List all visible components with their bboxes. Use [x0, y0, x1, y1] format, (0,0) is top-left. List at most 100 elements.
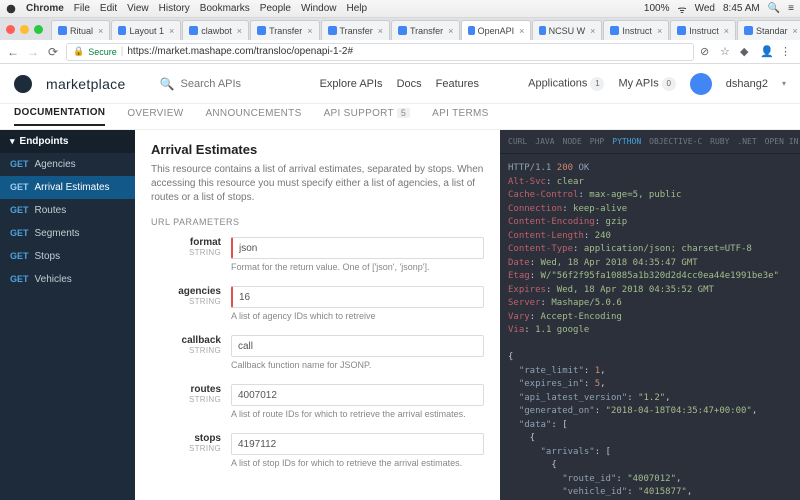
lang-tab[interactable]: PHP — [590, 137, 604, 146]
browser-tab[interactable]: Instruct× — [603, 20, 669, 40]
favicon-icon — [118, 26, 126, 35]
menu-item[interactable]: People — [260, 3, 291, 14]
subnav-tab[interactable]: DOCUMENTATION — [14, 107, 105, 126]
close-tab-icon[interactable]: × — [519, 26, 524, 36]
close-window-icon[interactable] — [6, 25, 15, 34]
close-tab-icon[interactable]: × — [657, 26, 662, 36]
sidebar-endpoint[interactable]: GETStops — [0, 245, 135, 268]
sidebar-heading[interactable]: ▾ Endpoints — [0, 130, 135, 153]
close-tab-icon[interactable]: × — [378, 26, 383, 36]
close-tab-icon[interactable]: × — [307, 26, 312, 36]
nav-features[interactable]: Features — [436, 78, 479, 90]
lang-tab[interactable]: PYTHON — [612, 137, 641, 146]
reload-button[interactable]: ⟳ — [46, 45, 60, 59]
param-input[interactable] — [231, 433, 484, 455]
lang-tab[interactable]: OPEN IN PAW — [765, 137, 800, 146]
zoom-window-icon[interactable] — [34, 25, 43, 34]
param-input[interactable] — [231, 237, 484, 259]
sidebar-endpoint[interactable]: GETSegments — [0, 222, 135, 245]
param-hint: Format for the return value. One of ['js… — [231, 262, 484, 272]
menu-item[interactable]: Edit — [100, 3, 117, 14]
lang-tab[interactable]: OBJECTIVE-C — [649, 137, 702, 146]
avatar[interactable] — [690, 73, 712, 95]
forward-button[interactable]: → — [26, 45, 40, 59]
username[interactable]: dshang2 — [726, 78, 768, 90]
chrome-menu-icon[interactable]: ⋮ — [780, 45, 794, 59]
browser-tab[interactable]: clawbot× — [182, 20, 249, 40]
close-tab-icon[interactable]: × — [237, 26, 242, 36]
close-tab-icon[interactable]: × — [169, 26, 174, 36]
browser-tab[interactable]: Ritual × — [51, 20, 110, 40]
favicon-icon — [677, 26, 686, 35]
close-tab-icon[interactable]: × — [793, 26, 798, 36]
browser-tab[interactable]: Transfer× — [391, 20, 460, 40]
extension-icon[interactable]: ◆ — [740, 45, 754, 59]
window-controls[interactable] — [6, 25, 43, 34]
param-name: format — [151, 237, 221, 248]
menu-item[interactable]: View — [127, 3, 149, 14]
close-tab-icon[interactable]: × — [724, 26, 729, 36]
subnav-tab[interactable]: API TERMS — [432, 108, 488, 125]
param-input[interactable] — [231, 286, 484, 308]
menu-item[interactable]: File — [74, 3, 90, 14]
tab-label: Ritual — [70, 26, 93, 36]
browser-tab[interactable]: NCSU W × — [532, 20, 602, 40]
browser-tab[interactable]: Transfer × — [250, 20, 319, 40]
lang-tab[interactable]: NODE — [563, 137, 582, 146]
subnav-tab[interactable]: API SUPPORT 5 — [324, 108, 411, 125]
sidebar-endpoint[interactable]: GETArrival Estimates — [0, 176, 135, 199]
chevron-down-icon[interactable]: ▾ — [782, 79, 786, 88]
tab-label: Transfer — [269, 26, 302, 36]
lang-tab[interactable]: .NET — [737, 137, 756, 146]
param-input[interactable] — [231, 384, 484, 406]
site-header: marketplace 🔍 Explore APIs Docs Features… — [0, 64, 800, 104]
tab-label: NCSU W — [549, 26, 586, 36]
doc-subnav: DOCUMENTATION OVERVIEW ANNOUNCEMENTS API SU… — [0, 104, 800, 130]
lang-tab[interactable]: JAVA — [535, 137, 554, 146]
back-button[interactable]: ← — [6, 45, 20, 59]
tab-label: OpenAPI — [478, 26, 515, 36]
tab-label: Transfer — [340, 26, 373, 36]
subnav-tab[interactable]: ANNOUNCEMENTS — [205, 108, 301, 125]
http-verb: GET — [10, 251, 29, 262]
sidebar-endpoint[interactable]: GETVehicles — [0, 268, 135, 291]
tab-label: Instruct — [689, 26, 719, 36]
close-tab-icon[interactable]: × — [98, 26, 103, 36]
browser-tab[interactable]: OpenAPI × — [461, 20, 531, 40]
menu-item[interactable]: Bookmarks — [200, 3, 250, 14]
browser-tab[interactable]: Layout 1× — [111, 20, 181, 40]
spotlight-icon[interactable]: 🔍 — [768, 3, 780, 14]
search-input[interactable] — [181, 78, 271, 90]
api-search[interactable]: 🔍 — [160, 77, 271, 91]
nav-myapis[interactable]: My APIs0 — [618, 77, 675, 91]
endpoint-doc: Arrival Estimates This resource contains… — [135, 130, 500, 500]
sidebar-endpoint[interactable]: GETAgencies — [0, 153, 135, 176]
subnav-tab[interactable]: OVERVIEW — [127, 108, 183, 125]
menu-item[interactable]: Help — [347, 3, 368, 14]
minimize-window-icon[interactable] — [20, 25, 29, 34]
nav-explore[interactable]: Explore APIs — [320, 78, 383, 90]
nav-docs[interactable]: Docs — [397, 78, 422, 90]
nav-applications[interactable]: Applications1 — [528, 77, 604, 91]
lang-tab[interactable]: RUBY — [710, 137, 729, 146]
browser-tab[interactable]: Instruct × — [670, 20, 736, 40]
lang-tab[interactable]: CURL — [508, 137, 527, 146]
close-tab-icon[interactable]: × — [590, 26, 595, 36]
close-tab-icon[interactable]: × — [448, 26, 453, 36]
menu-item[interactable]: History — [159, 3, 190, 14]
favicon-icon — [328, 26, 337, 35]
browser-tab[interactable]: Transfer × — [321, 20, 390, 40]
browser-tabstrip: Ritual×Layout 1×clawbot×Transfer×Transfe… — [0, 18, 800, 40]
profile-icon[interactable]: 👤 — [760, 45, 774, 59]
browser-tab[interactable]: Standar× — [737, 20, 800, 40]
sidebar-endpoint[interactable]: GETRoutes — [0, 199, 135, 222]
menu-item[interactable]: Window — [301, 3, 337, 14]
param-row: formatSTRING*Format for the return value… — [151, 237, 484, 280]
param-input[interactable] — [231, 335, 484, 357]
address-bar[interactable]: 🔒 Secure | https://market.mashape.com/tr… — [66, 43, 694, 61]
menu-icon[interactable]: ≡ — [788, 3, 794, 14]
param-row: stopsSTRINGA list of stop IDs for which … — [151, 433, 484, 476]
wifi-icon: ᯤ — [677, 2, 686, 16]
mashape-logo-icon[interactable] — [14, 75, 32, 93]
star-icon[interactable]: ☆ — [720, 45, 734, 59]
